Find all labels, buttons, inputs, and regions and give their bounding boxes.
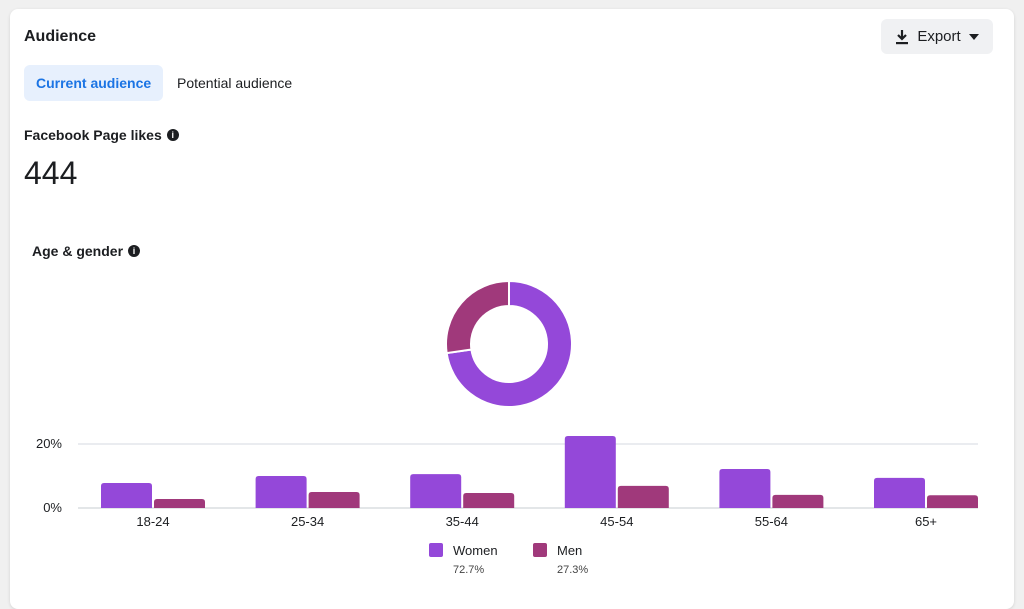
bar-women-18-24[interactable] — [101, 483, 152, 508]
y-tick-0: 0% — [43, 500, 62, 515]
x-tick-label: 65+ — [915, 514, 937, 529]
x-tick-label: 25-34 — [291, 514, 324, 529]
bar-men-55-64[interactable] — [772, 494, 824, 508]
gender-donut — [445, 279, 573, 408]
legend-men-total: 27.3% — [557, 564, 588, 576]
x-tick-label: 35-44 — [446, 514, 479, 529]
legend-swatch-women — [429, 543, 443, 557]
x-tick-label: 45-54 — [600, 514, 633, 529]
bar-men-25-34[interactable] — [308, 492, 360, 508]
x-tick-label: 55-64 — [755, 514, 788, 529]
bar-women-55-64[interactable] — [719, 468, 771, 508]
donut-slice-men[interactable] — [445, 279, 510, 355]
legend-women: Women — [453, 543, 498, 558]
bar-men-45-54[interactable] — [617, 485, 669, 508]
bar-men-65+[interactable] — [927, 495, 978, 508]
legend-swatch-men — [533, 543, 547, 557]
bar-women-45-54[interactable] — [564, 436, 616, 508]
bar-women-65+[interactable] — [874, 477, 925, 508]
bar-men-18-24[interactable] — [154, 499, 205, 508]
legend-men: Men — [557, 543, 582, 558]
legend-women-total: 72.7% — [453, 564, 484, 576]
bar-men-35-44[interactable] — [463, 492, 515, 508]
bar-women-35-44[interactable] — [410, 474, 462, 508]
x-tick-label: 18-24 — [136, 514, 169, 529]
age-gender-chart: 0% 20% 18-24 25-34 35-44 45-54 55-64 65+ Wome… — [36, 279, 978, 576]
y-tick-20: 20% — [36, 436, 62, 451]
bar-women-25-34[interactable] — [255, 476, 307, 508]
